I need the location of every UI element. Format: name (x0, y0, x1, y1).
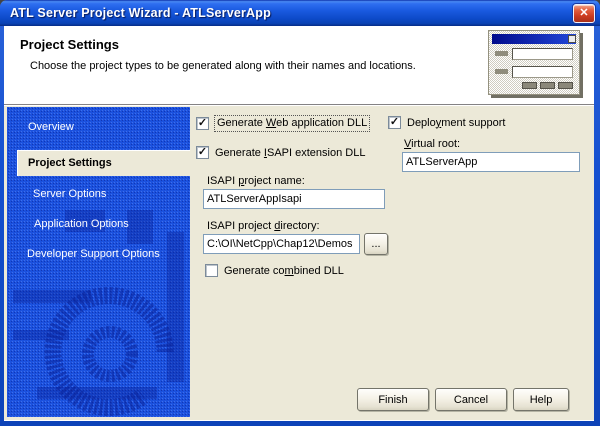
checkbox-generate-web-dll[interactable]: ✓ Generate Web application DLL (196, 116, 369, 131)
checkmark-icon: ✓ (198, 147, 207, 158)
isapi-project-directory-label: ISAPI project directory: (207, 220, 320, 232)
checkbox-label: Generate combined DLL (224, 265, 344, 277)
close-icon: ✕ (579, 7, 588, 19)
preview-field (512, 66, 573, 78)
preview-label-scribble (495, 69, 508, 74)
label-text: bined DLL (294, 265, 344, 277)
label-text: roject name: (244, 175, 305, 187)
label-text: irectory: (280, 220, 319, 232)
page-subtitle: Choose the project types to be generated… (30, 60, 416, 72)
checkmark-icon: ✓ (390, 117, 399, 128)
label-text: ment support (441, 117, 505, 129)
accelerator-letter: W (266, 117, 276, 129)
checkbox-box[interactable] (205, 264, 218, 277)
label-text: Generate co (224, 265, 285, 277)
label-text: Generate (217, 117, 266, 129)
wizard-body: Overview Project Settings Server Options… (4, 105, 594, 421)
help-button[interactable]: Help (513, 388, 569, 411)
virtual-root-input[interactable] (402, 152, 580, 172)
wizard-dialog: ATL Server Project Wizard - ATLServerApp… (0, 0, 600, 426)
checkbox-generate-combined-dll[interactable]: Generate combined DLL (205, 264, 344, 277)
virtual-root-label: Virtual root: (404, 138, 460, 150)
wizard-steps-sidebar: Overview Project Settings Server Options… (7, 107, 190, 417)
label-text: ISAPI project (207, 220, 274, 232)
checkbox-deployment-support[interactable]: ✓ Deployment support (388, 116, 505, 129)
browse-directory-button[interactable]: ... (364, 233, 388, 255)
accelerator-letter: m (285, 265, 294, 277)
label-text: irtual root: (411, 138, 460, 150)
label-text: Generate (215, 147, 264, 159)
checkbox-box[interactable]: ✓ (196, 117, 209, 130)
close-button[interactable]: ✕ (573, 4, 595, 23)
atl-logo-watermark (7, 202, 190, 417)
preview-button (558, 82, 573, 89)
label-text: SAPI extension DLL (267, 147, 365, 159)
finish-button[interactable]: Finish (357, 388, 429, 411)
sidebar-item-overview[interactable]: Overview (28, 121, 74, 133)
checkbox-box[interactable]: ✓ (196, 146, 209, 159)
preview-button (540, 82, 555, 89)
preview-titlebar (492, 34, 576, 44)
checkbox-label: Deployment support (407, 117, 505, 129)
page-title: Project Settings (20, 37, 119, 52)
wizard-preview-image (488, 30, 580, 95)
checkmark-icon: ✓ (198, 118, 207, 129)
cancel-button[interactable]: Cancel (435, 388, 507, 411)
label-text: Deplo (407, 117, 436, 129)
checkbox-label: Generate ISAPI extension DLL (215, 147, 365, 159)
checkbox-box[interactable]: ✓ (388, 116, 401, 129)
isapi-project-name-label: ISAPI project name: (207, 175, 305, 187)
preview-label-scribble (495, 51, 508, 56)
preview-field (512, 48, 573, 60)
sidebar-item-server-options[interactable]: Server Options (33, 188, 106, 200)
preview-button (522, 82, 537, 89)
sidebar-item-developer-support-options[interactable]: Developer Support Options (27, 248, 160, 260)
isapi-project-directory-input[interactable] (203, 234, 360, 254)
label-text: eb application DLL (276, 117, 367, 129)
checkbox-label: Generate Web application DLL (215, 116, 369, 131)
title-bar[interactable]: ATL Server Project Wizard - ATLServerApp… (0, 0, 600, 26)
sidebar-item-project-settings[interactable]: Project Settings (17, 150, 190, 176)
checkbox-generate-isapi-dll[interactable]: ✓ Generate ISAPI extension DLL (196, 146, 365, 159)
isapi-project-name-input[interactable] (203, 189, 385, 209)
preview-close-icon (568, 35, 576, 43)
label-text: ISAPI (207, 175, 238, 187)
window-title: ATL Server Project Wizard - ATLServerApp (10, 0, 271, 26)
wizard-header: Project Settings Choose the project type… (4, 26, 594, 105)
sidebar-item-application-options[interactable]: Application Options (34, 218, 129, 230)
